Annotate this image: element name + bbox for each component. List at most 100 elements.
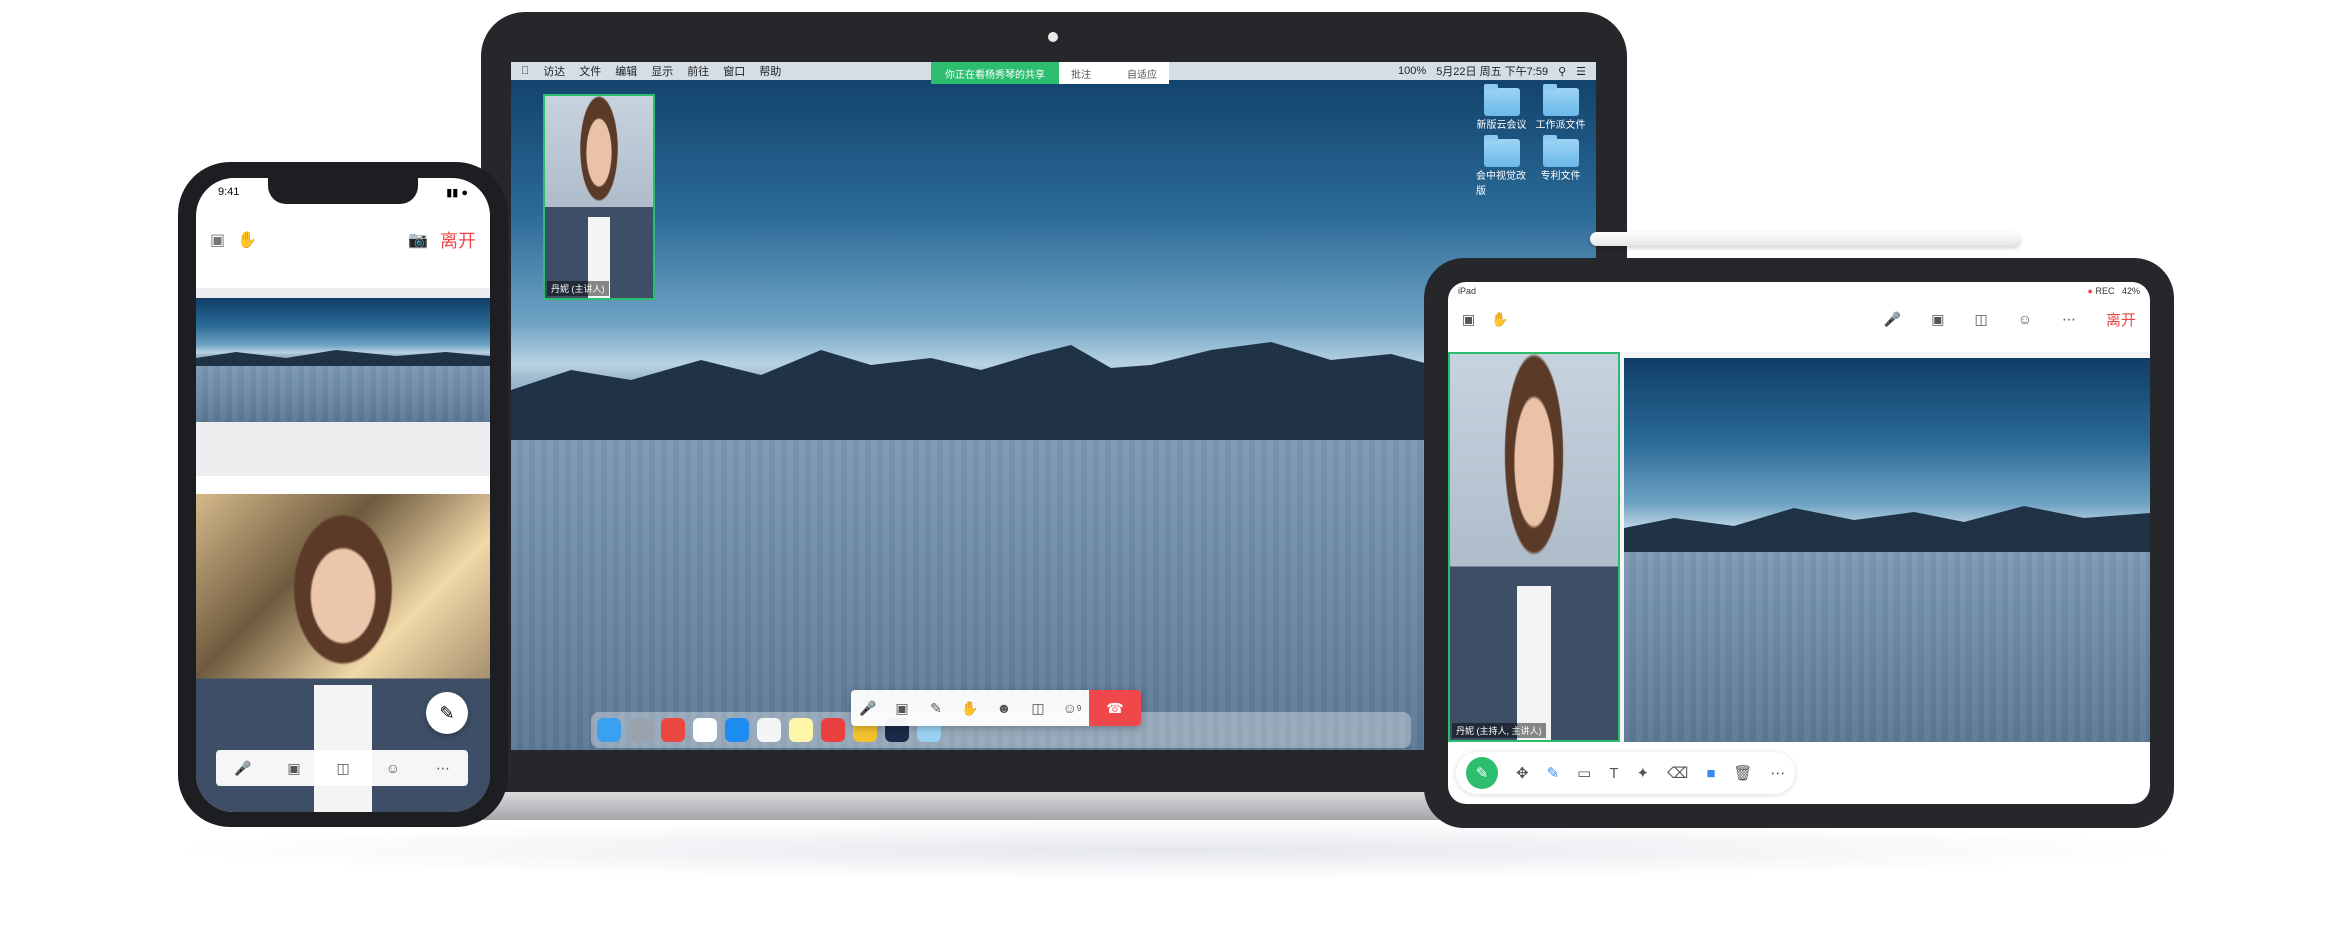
share-screen-icon[interactable]: ◫ xyxy=(337,760,350,777)
menu-view[interactable]: 显示 xyxy=(651,63,673,79)
shirt xyxy=(1517,585,1551,740)
tablet-screen: iPad ● REC 42% ▣ ✋ 🎤 ▣ ◫ ☺ ⋯ 离开 丹妮 (主持人,… xyxy=(1448,282,2150,804)
menu-help[interactable]: 帮助 xyxy=(759,63,781,79)
move-tool-icon[interactable]: ✥ xyxy=(1516,764,1529,782)
salt-flat xyxy=(1624,552,2150,742)
menu-go[interactable]: 前往 xyxy=(687,63,709,79)
battery-label: 42% xyxy=(2121,286,2140,296)
app-icon[interactable] xyxy=(821,718,845,742)
camera-flip-icon[interactable]: 📷 xyxy=(408,230,428,250)
phone-time: 9:41 xyxy=(218,186,240,198)
shapes-icon[interactable]: ▭ xyxy=(1577,764,1591,782)
rec-battery: ● REC 42% xyxy=(2087,286,2141,296)
share-screen-icon[interactable]: ◫ xyxy=(1021,690,1055,726)
clock-text: 5月22日 周五 下午7:59 xyxy=(1436,66,1549,78)
launchpad-app-icon[interactable] xyxy=(629,718,653,742)
menu-finder[interactable]: 访达 xyxy=(543,63,565,79)
highlighter-icon[interactable]: ✎ xyxy=(1547,764,1560,782)
annotation-toolbar: ✎ ✥ ✎ ▭ T ✦ ⌫ ■ 🗑 ⋯ xyxy=(1456,752,1796,794)
text-tool-icon[interactable]: T xyxy=(1609,765,1618,782)
stylus-pencil xyxy=(1590,232,2020,246)
phone-shared-screen xyxy=(196,288,490,476)
calendar-app-icon[interactable] xyxy=(693,718,717,742)
leave-button[interactable]: 离开 xyxy=(440,227,476,253)
annotate-pen-button[interactable]: ✎ xyxy=(426,692,468,734)
shirt xyxy=(313,684,373,812)
salt-flat xyxy=(196,366,490,422)
desktop-folder[interactable]: 工作派文件 xyxy=(1535,84,1586,131)
participants-count: 9 xyxy=(1076,703,1082,713)
laser-pointer-icon[interactable]: ✦ xyxy=(1637,764,1650,782)
desktop-folder[interactable]: 专利文件 xyxy=(1535,135,1586,197)
minimize-icon[interactable]: ▣ xyxy=(1462,311,1475,328)
microphone-icon[interactable]: 🎤 xyxy=(234,760,251,777)
chrome-app-icon[interactable] xyxy=(661,718,685,742)
tablet: iPad ● REC 42% ▣ ✋ 🎤 ▣ ◫ ☺ ⋯ 离开 丹妮 (主持人,… xyxy=(1424,258,2174,828)
video-camera-icon[interactable]: ▣ xyxy=(1931,311,1944,328)
leave-button[interactable]: 离开 xyxy=(2106,309,2136,330)
desktop-icons: 新版云会议 工作派文件 会中视觉改版 专利文件 xyxy=(1476,84,1586,197)
battery-text: 100% xyxy=(1398,65,1427,77)
color-swatch-icon[interactable]: ■ xyxy=(1706,765,1715,782)
presenter-video[interactable]: 丹妮 (主持人, 主讲人) xyxy=(1448,352,1620,742)
annotate-button[interactable]: 批注 xyxy=(1071,66,1091,81)
share-screen-icon[interactable]: ◫ xyxy=(1974,311,1987,328)
presenter-portrait xyxy=(545,96,653,298)
video-camera-icon[interactable]: ▣ xyxy=(885,690,919,726)
signal-wifi-battery-icon: ▮▮ ● xyxy=(446,187,468,199)
annotate-pen-icon[interactable]: ✎ xyxy=(919,690,953,726)
laptop-camera xyxy=(1048,32,1058,42)
trash-icon[interactable]: 🗑 xyxy=(1733,764,1752,782)
presenter-portrait xyxy=(1450,354,1618,740)
phone-screen: 9:41 ▮▮ ● ▣ ✋ 📷 离开 ✎ 🎤 ▣ ◫ ☺ ⋯ xyxy=(196,178,490,812)
folder-icon xyxy=(1483,135,1520,167)
fit-dropdown[interactable]: 自适应 xyxy=(1127,66,1157,81)
minimize-icon[interactable]: ▣ xyxy=(210,230,225,250)
apple-icon[interactable]:  xyxy=(521,65,529,77)
device-label: iPad xyxy=(1458,286,1477,296)
finder-app-icon[interactable] xyxy=(597,718,621,742)
devices-stage:  访达 文件 编辑 显示 前往 窗口 帮助 100% 5月22日 周五 下午7… xyxy=(0,0,2346,928)
folder-icon xyxy=(1542,84,1579,116)
more-icon[interactable]: ⋯ xyxy=(436,760,450,777)
more-icon[interactable]: ⋯ xyxy=(1770,764,1785,782)
folder-icon xyxy=(1483,84,1520,116)
menu-window[interactable]: 窗口 xyxy=(723,63,745,79)
raise-hand-icon[interactable]: ✋ xyxy=(953,690,987,726)
screen-share-banner: 你正在看杨秀琴的共享 批注 自适应 xyxy=(931,62,1169,84)
raise-hand-icon[interactable]: ✋ xyxy=(1491,311,1508,328)
tablet-meeting-content: 丹妮 (主持人, 主讲人) xyxy=(1448,352,2150,742)
presenter-video-thumbnail[interactable]: 丹妮 (主讲人) xyxy=(543,94,655,300)
floor-shadow xyxy=(160,820,2190,880)
desktop-folder[interactable]: 新版云会议 xyxy=(1476,84,1527,131)
shared-screen-view xyxy=(1624,358,2150,742)
mute-microphone-icon[interactable]: 🎤 xyxy=(1884,311,1901,328)
menubar-status: 100% 5月22日 周五 下午7:59 ⚲ ☰ xyxy=(1398,63,1586,79)
host-icon[interactable]: ☻ xyxy=(987,690,1021,726)
video-camera-icon[interactable]: ▣ xyxy=(287,760,300,777)
music-app-icon[interactable] xyxy=(757,718,781,742)
hang-up-icon[interactable]: ☎ xyxy=(1089,690,1141,726)
eraser-icon[interactable]: ⌫ xyxy=(1667,764,1688,782)
tablet-top-actions: 🎤 ▣ ◫ ☺ ⋯ 离开 xyxy=(1884,309,2136,330)
sharing-indicator: 你正在看杨秀琴的共享 xyxy=(931,62,1059,84)
presenter-name-tag: 丹妮 (主讲人) xyxy=(547,281,609,296)
participants-icon[interactable]: ☺ 9 xyxy=(1055,690,1089,726)
microphone-icon[interactable]: 🎤 xyxy=(851,690,885,726)
app-store-icon[interactable] xyxy=(725,718,749,742)
pen-tool-icon[interactable]: ✎ xyxy=(1466,757,1498,789)
desktop-folder[interactable]: 会中视觉改版 xyxy=(1476,135,1527,197)
participants-icon[interactable]: ☺ xyxy=(386,760,400,776)
phone: 9:41 ▮▮ ● ▣ ✋ 📷 离开 ✎ 🎤 ▣ ◫ ☺ ⋯ xyxy=(178,162,508,827)
tablet-status-bar: iPad ● REC 42% xyxy=(1458,286,2140,296)
participants-icon[interactable]: ☺ xyxy=(2018,311,2032,327)
search-icon[interactable]: ⚲ xyxy=(1558,65,1566,78)
list-icon[interactable]: ☰ xyxy=(1576,65,1586,78)
more-icon[interactable]: ⋯ xyxy=(2062,311,2076,328)
notes-app-icon[interactable] xyxy=(789,718,813,742)
menu-file[interactable]: 文件 xyxy=(579,63,601,79)
menu-edit[interactable]: 编辑 xyxy=(615,63,637,79)
raise-hand-icon[interactable]: ✋ xyxy=(237,230,257,250)
pen-icon: ✎ xyxy=(439,702,455,723)
shared-screen-view xyxy=(196,298,490,422)
